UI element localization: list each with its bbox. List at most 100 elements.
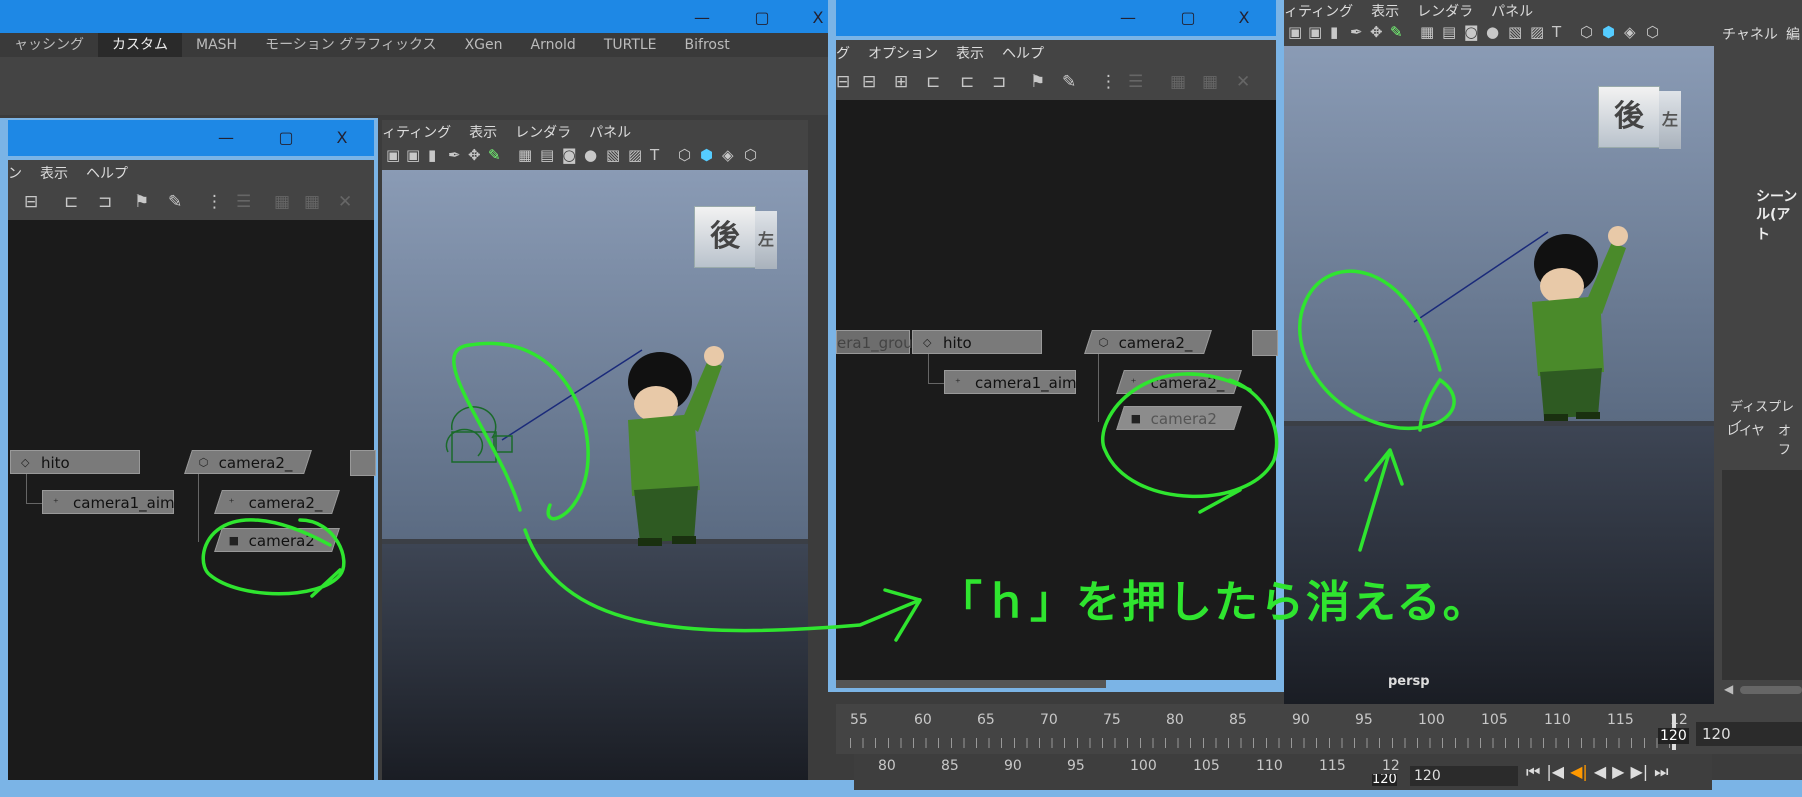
wireframe-icon[interactable]: ⬡ xyxy=(678,146,691,164)
grid-icon[interactable]: ▦ xyxy=(304,192,320,212)
menu-item[interactable]: ン xyxy=(8,166,22,182)
scroll-left-icon[interactable]: ◀ xyxy=(1724,682,1733,696)
bookmark-icon[interactable]: ▮ xyxy=(1330,23,1338,41)
layout-icon[interactable]: ⊞ xyxy=(894,72,908,92)
node-camera1-aim[interactable]: ⁺ camera1_aim xyxy=(944,370,1077,394)
safe-frame-icon[interactable]: ● xyxy=(1486,23,1499,41)
menu-dots-icon[interactable]: ⋮ xyxy=(1100,72,1117,92)
camera-icon[interactable]: ▣ xyxy=(1288,23,1302,41)
brush-icon[interactable]: ✎ xyxy=(1390,23,1403,41)
menu-item-view[interactable]: 表示 xyxy=(40,166,68,182)
image-icon[interactable]: ▨ xyxy=(628,146,642,164)
go-to-start-button[interactable]: ⏮ xyxy=(1526,762,1540,781)
node-camera1-group[interactable]: era1_grou xyxy=(836,330,913,354)
channel-box-edit[interactable]: 編 xyxy=(1786,24,1800,44)
shelf-tab[interactable]: モーション グラフィックス xyxy=(251,33,450,57)
grid-icon[interactable]: ▦ xyxy=(1202,72,1218,92)
filter-icon[interactable]: ☰ xyxy=(1128,72,1143,92)
node-camera1-aim[interactable]: ⁺ camera1_aim xyxy=(42,490,175,514)
horizontal-scrollbar[interactable] xyxy=(836,680,1106,688)
grid-icon[interactable]: ▦ xyxy=(1170,72,1186,92)
shelf-tab[interactable]: MASH xyxy=(182,33,251,57)
menu-item-help[interactable]: ヘルプ xyxy=(1002,46,1044,62)
camera-icon[interactable]: ▣ xyxy=(386,146,400,164)
menu-item-view[interactable]: 表示 xyxy=(469,125,497,141)
node-camera2-group[interactable]: ⬡ camera2_ xyxy=(1084,330,1212,354)
right-maximize-button[interactable]: ▢ xyxy=(1160,0,1216,36)
menu-item-options[interactable]: オプション xyxy=(868,46,938,62)
image-icon[interactable]: ▨ xyxy=(1530,23,1544,41)
layout-icon[interactable]: ⊟ xyxy=(836,72,850,92)
node-hito[interactable]: ◇ hito xyxy=(912,330,1042,354)
layer-list[interactable] xyxy=(1722,470,1802,680)
right-viewport-floor[interactable] xyxy=(1284,422,1714,704)
left-minimize-button[interactable]: — xyxy=(198,120,254,156)
film-icon[interactable]: ▤ xyxy=(540,146,554,164)
field-chart-icon[interactable]: ▧ xyxy=(606,146,620,164)
hierarchy-icon[interactable]: ⊐ xyxy=(98,192,112,212)
resolution-icon[interactable]: ◙ xyxy=(1464,23,1479,41)
menu-item-view[interactable]: 表示 xyxy=(956,46,984,62)
grid-icon[interactable]: ▦ xyxy=(518,146,532,164)
main-minimize-button[interactable]: — xyxy=(674,0,730,36)
layer-menu[interactable]: レイヤ xyxy=(1726,420,1765,439)
text-icon[interactable]: T xyxy=(650,146,659,164)
layout-icon[interactable]: ⊟ xyxy=(862,72,876,92)
menu-item-renderer[interactable]: レンダラ xyxy=(515,125,571,141)
hierarchy-icon[interactable]: ⊐ xyxy=(992,72,1006,92)
shelf-tab-custom[interactable]: カスタム xyxy=(98,33,182,57)
menu-item[interactable]: グ xyxy=(836,46,850,62)
play-forward-button[interactable]: ▶ xyxy=(1612,762,1624,781)
right-minimize-button[interactable]: — xyxy=(1100,0,1156,36)
end-frame-field[interactable]: 120 xyxy=(1696,722,1802,746)
node-camera2[interactable]: ■ camera2 xyxy=(214,528,340,552)
menu-item-help[interactable]: ヘルプ xyxy=(86,166,128,182)
play-backward-button[interactable]: ◀ xyxy=(1594,762,1606,781)
pen-icon[interactable]: ✒ xyxy=(448,146,461,164)
menu-item[interactable]: ィティング xyxy=(382,125,451,141)
node-camera2-hidden[interactable]: ■ camera2 xyxy=(1116,406,1242,430)
close-icon[interactable]: ✕ xyxy=(1236,72,1250,92)
layout-icon[interactable]: ⊟ xyxy=(24,192,38,212)
texture-icon[interactable]: ◈ xyxy=(1624,23,1636,41)
node-camera2-aim[interactable]: ⁺ camera2_ xyxy=(1116,370,1242,394)
shelf-tab[interactable]: TURTLE xyxy=(590,33,671,57)
node-partial[interactable] xyxy=(350,450,376,476)
camera-icon[interactable]: ▣ xyxy=(406,146,420,164)
hierarchy-icon[interactable]: ⊏ xyxy=(64,192,78,212)
node-hito[interactable]: ◇ hito xyxy=(10,450,140,474)
menu-item-panels[interactable]: パネル xyxy=(1491,4,1533,20)
grid-icon[interactable]: ▦ xyxy=(274,192,290,212)
bookmark-edit-icon[interactable]: ✎ xyxy=(1062,72,1076,92)
menu-item[interactable]: ィティング xyxy=(1284,4,1353,20)
node-camera2-aim[interactable]: ⁺ camera2_ xyxy=(214,490,340,514)
texture-icon[interactable]: ◈ xyxy=(722,146,734,164)
move-icon[interactable]: ✥ xyxy=(1370,23,1383,41)
smooth-shade-icon[interactable]: ⬢ xyxy=(700,146,713,164)
step-forward-key-button[interactable]: ▶| xyxy=(1630,762,1648,781)
bookmark-edit-icon[interactable]: ✎ xyxy=(168,192,182,212)
shelf-tab[interactable]: XGen xyxy=(451,33,517,57)
layout-icon[interactable]: ⊏ xyxy=(926,72,940,92)
menu-item-renderer[interactable]: レンダラ xyxy=(1417,4,1473,20)
shelf-tab[interactable]: Bifrost xyxy=(671,33,744,57)
grid-icon[interactable]: ▦ xyxy=(1420,23,1434,41)
node-camera2-group[interactable]: ⬡ camera2_ xyxy=(184,450,312,474)
options-menu[interactable]: オフ xyxy=(1778,420,1802,458)
close-icon[interactable]: ✕ xyxy=(338,192,352,212)
channel-box-title[interactable]: チャネル xyxy=(1722,24,1778,44)
main-maximize-button[interactable]: ▢ xyxy=(734,0,790,36)
wireframe-icon[interactable]: ⬡ xyxy=(1580,23,1593,41)
shelf-tab[interactable]: ャッシング xyxy=(0,33,98,57)
resolution-icon[interactable]: ◙ xyxy=(562,146,577,164)
horizontal-scrollbar[interactable] xyxy=(1740,686,1802,694)
end-frame-field[interactable]: 120 xyxy=(1410,766,1518,786)
text-icon[interactable]: T xyxy=(1552,23,1561,41)
left-maximize-button[interactable]: ▢ xyxy=(258,120,314,156)
move-icon[interactable]: ✥ xyxy=(468,146,481,164)
shelf-tab[interactable]: Arnold xyxy=(517,33,590,57)
menu-dots-icon[interactable]: ⋮ xyxy=(206,192,223,212)
pen-icon[interactable]: ✒ xyxy=(1350,23,1363,41)
bookmark-add-icon[interactable]: ⚑ xyxy=(134,192,149,212)
step-back-key-button[interactable]: |◀ xyxy=(1546,762,1564,781)
